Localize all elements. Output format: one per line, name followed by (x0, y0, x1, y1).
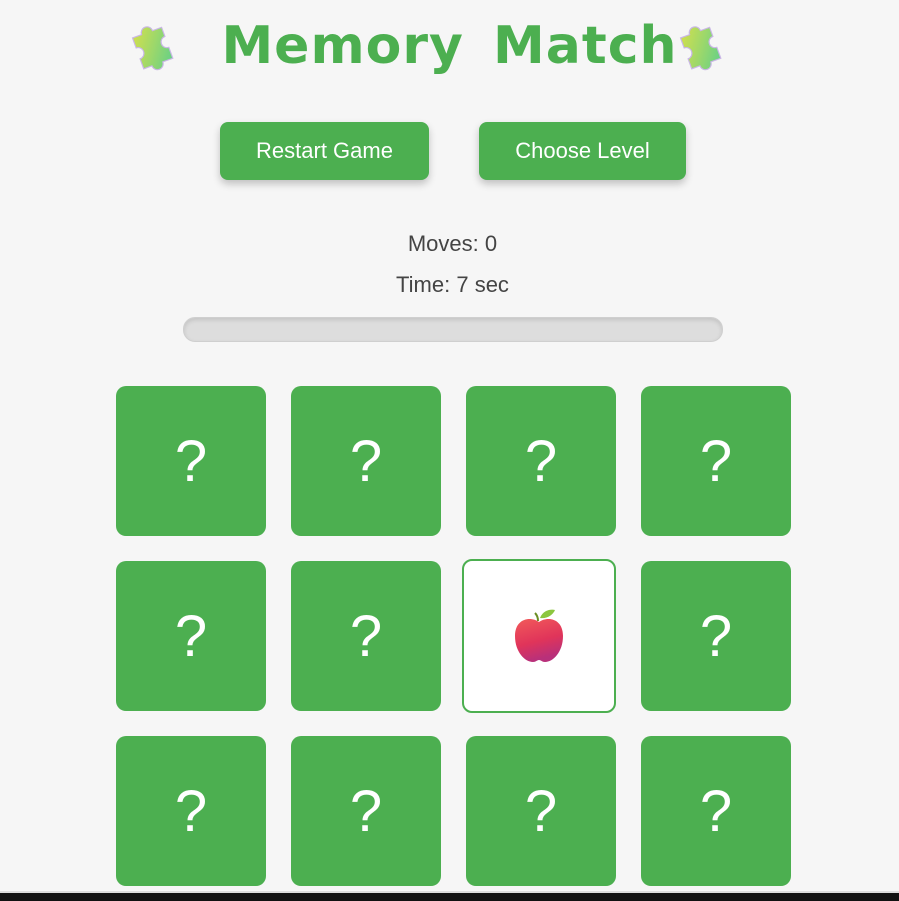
choose-level-button[interactable]: Choose Level (479, 122, 686, 180)
memory-card[interactable]: ? (116, 386, 266, 536)
progress-bar (183, 317, 723, 342)
memory-card[interactable]: ? (641, 736, 791, 886)
memory-card[interactable]: ? (466, 386, 616, 536)
window-bottom-edge (0, 893, 899, 901)
memory-card[interactable]: ? (116, 561, 266, 711)
page-title: Memory Match (221, 16, 678, 76)
restart-game-button[interactable]: Restart Game (220, 122, 429, 180)
memory-card[interactable] (462, 559, 616, 713)
memory-card[interactable]: ? (291, 736, 441, 886)
time-counter: Time: 7 sec (396, 272, 509, 297)
memory-card[interactable]: ? (291, 386, 441, 536)
moves-counter: Moves: 0 (407, 231, 498, 256)
memory-card[interactable]: ? (291, 561, 441, 711)
memory-card[interactable]: ? (641, 561, 791, 711)
memory-card[interactable]: ? (466, 736, 616, 886)
memory-card[interactable]: ? (641, 386, 791, 536)
puzzle-piece-icon (672, 20, 730, 78)
apple-icon (515, 609, 563, 662)
memory-card[interactable]: ? (116, 736, 266, 886)
